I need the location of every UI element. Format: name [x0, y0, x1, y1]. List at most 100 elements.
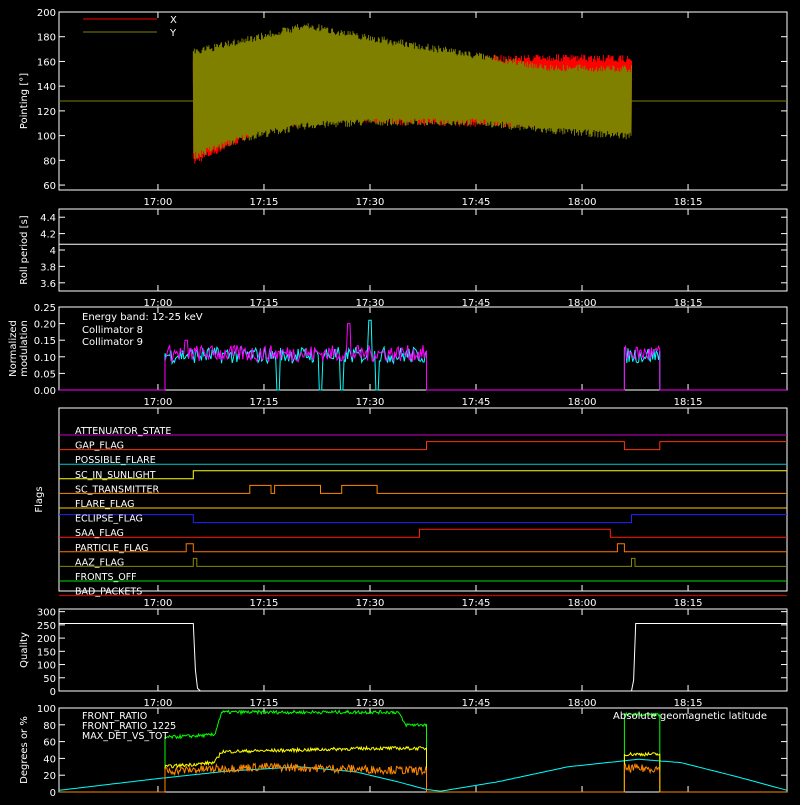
flag-label: POSSIBLE_FLARE [75, 455, 156, 466]
y-tick-label: 150 [37, 647, 56, 658]
y-tick-label: 100 [37, 661, 56, 672]
flag-label: SC_IN_SUNLIGHT [75, 470, 156, 481]
y-tick-label: 0.00 [34, 386, 56, 397]
x-tick-label: 17:00 [144, 197, 173, 208]
y-tick-label: 4.2 [40, 230, 56, 241]
flag-particle-flag-line [59, 543, 787, 553]
y-tick-label: 300 [37, 608, 56, 619]
x-tick-label: 17:30 [356, 698, 385, 709]
panel-roll-period: 17:00 17:15 17:30 17:45 18:00 18:153.63.844.2… [19, 208, 788, 309]
x-tick-label: 17:45 [462, 397, 491, 408]
series-y-trace [192, 23, 632, 160]
y-tick-label: 40 [43, 754, 56, 765]
latitude-annotation: Absolute geomagnetic latitude [613, 711, 767, 722]
flag-sc-in-sunlight-line [59, 470, 787, 480]
x-tick-label: 17:15 [250, 698, 279, 709]
panel-flags: 17:00 17:15 17:30 17:45 18:00 18:15 Flags ATTEN… [34, 407, 788, 609]
y-tick-label: 4.4 [40, 213, 56, 224]
x-tick-label: 17:15 [250, 598, 279, 609]
flag-label: PARTICLE_FLAG [75, 543, 148, 554]
flag-label: BAD_PACKETS [75, 587, 142, 598]
flag-label: SAA_FLAG [75, 528, 124, 539]
series-collimator-9-trace [59, 323, 787, 391]
x-tick-label: 17:15 [250, 197, 279, 208]
flag-sc-transmitter-line [59, 484, 787, 494]
series-front-ratio-trace [59, 745, 787, 793]
energy-band-annotation: Energy band: 12-25 keV [82, 312, 203, 323]
y-tick-label: 200 [37, 634, 56, 645]
x-tick-label: 17:00 [144, 397, 173, 408]
y-tick-label: 100 [37, 132, 56, 143]
x-tick-label: 17:30 [356, 197, 385, 208]
flag-label: FLARE_FLAG [75, 499, 135, 510]
y-tick-label: 3.8 [40, 262, 56, 273]
y-axis-label: Roll period [s] [19, 215, 30, 284]
x-tick-label: 18:00 [568, 197, 597, 208]
y-tick-label: 4 [50, 246, 56, 257]
y-tick-label: 140 [37, 82, 56, 93]
y-axis-label: Normalized [8, 320, 19, 377]
flag-eclipse-flag-line [59, 514, 787, 524]
flag-label: ATTENUATOR_STATE [75, 426, 171, 437]
y-axis-label: Quality [19, 632, 30, 668]
x-tick-label: 18:15 [674, 698, 703, 709]
y-tick-label: 180 [37, 33, 56, 44]
flag-label: SC_TRANSMITTER [75, 484, 160, 495]
panel-modulation: 17:00 17:15 17:30 17:45 18:00 18:15 0.00 0.05 0.… [8, 303, 788, 408]
x-tick-label: 17:00 [144, 698, 173, 709]
x-tick-label: 18:15 [674, 197, 703, 208]
x-tick-label: 18:00 [568, 598, 597, 609]
series-collimator-8-trace [59, 319, 787, 391]
flag-label: AAZ_FLAG [75, 557, 124, 568]
y-tick-label: 120 [37, 107, 56, 118]
x-tick-label: 17:00 [144, 598, 173, 609]
axes-frame [58, 208, 788, 292]
x-tick-label: 17:30 [356, 598, 385, 609]
x-tick-label: 18:15 [674, 397, 703, 408]
x-tick-label: 18:15 [674, 598, 703, 609]
y-tick-label: 0.15 [34, 336, 56, 347]
y-tick-label: 0 [50, 788, 56, 799]
y-tick-label: 60 [43, 738, 56, 749]
legend-label: MAX_DET_VS_TOT [82, 731, 168, 742]
panel-pointing: 17:00 17:15 17:30 17:45 18:00 18:15 60 80 100 120… [19, 8, 788, 208]
geomagnetic-latitude-trace [58, 758, 788, 792]
x-tick-label: 18:00 [568, 698, 597, 709]
y-tick-label: 80 [43, 156, 56, 167]
x-tick-label: 17:15 [250, 397, 279, 408]
y-tick-label: 0.20 [34, 320, 56, 331]
y-tick-label: 60 [43, 181, 56, 192]
legend-label: Collimator 9 [82, 337, 143, 348]
y-tick-label: 0 [50, 687, 56, 698]
quality-trace [59, 623, 787, 692]
panel-quality: 17:00 17:15 17:30 17:45 18:00 18:15 0 50 100 150 2… [19, 608, 788, 709]
axes-frame [58, 608, 788, 692]
y-tick-label: 3.6 [40, 279, 56, 290]
y-tick-label: 250 [37, 621, 56, 632]
x-tick-label: 18:00 [568, 397, 597, 408]
y-tick-label: 0.25 [34, 303, 56, 314]
y-axis-label: Flags [34, 486, 45, 512]
y-axis-label: modulation [19, 320, 30, 377]
flag-label: ECLIPSE_FLAG [75, 514, 143, 525]
y-tick-label: 100 [37, 704, 56, 715]
flag-label: FRONTS_OFF [75, 572, 137, 583]
x-tick-label: 17:45 [462, 598, 491, 609]
legend-label: Collimator 8 [82, 325, 143, 336]
y-axis-label: Pointing [°] [19, 73, 30, 129]
panel-ratios: 17:0017:1517:3017:4518:0018:150204060801… [19, 704, 788, 805]
flag-label: GAP_FLAG [75, 441, 124, 452]
legend-label: Y [169, 28, 177, 39]
y-tick-label: 80 [43, 721, 56, 732]
flag-saa-flag-line [59, 528, 787, 538]
dashboard: 17:00 17:15 17:30 17:45 18:00 18:15 60 80 100 120… [0, 0, 800, 805]
y-axis-label: Degrees or % [19, 716, 30, 784]
y-tick-label: 160 [37, 57, 56, 68]
y-tick-label: 0.10 [34, 353, 56, 364]
y-tick-label: 0.05 [34, 369, 56, 380]
hessi-observing-summary-plot: 17:00 17:15 17:30 17:45 18:00 18:15 60 80 100 120… [8, 8, 788, 805]
x-tick-label: 17:45 [462, 197, 491, 208]
y-tick-label: 200 [37, 8, 56, 19]
x-tick-label: 17:30 [356, 397, 385, 408]
legend-label: X [170, 15, 177, 26]
